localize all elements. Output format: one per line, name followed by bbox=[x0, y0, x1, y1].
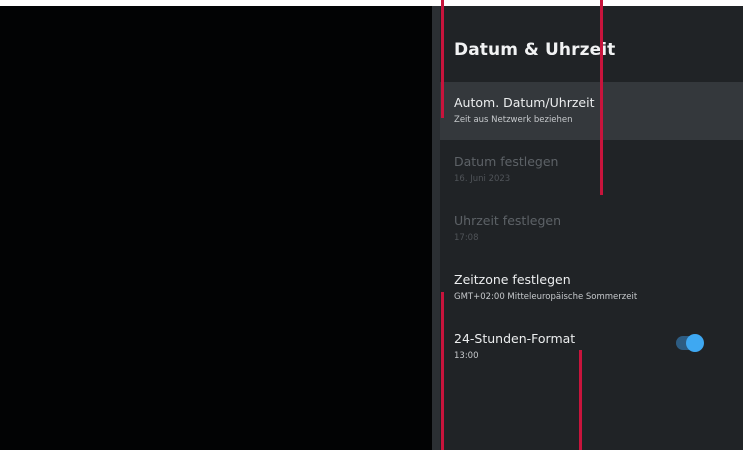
setting-value: 13:00 bbox=[454, 351, 479, 361]
setting-set-time[interactable]: Uhrzeit festlegen 17:08 bbox=[440, 200, 743, 258]
setting-label: 24-Stunden-Format bbox=[454, 331, 576, 346]
setting-time-zone[interactable]: Zeitzone festlegen GMT+02:00 Mitteleurop… bbox=[440, 259, 743, 317]
background-area bbox=[0, 6, 432, 450]
setting-value: GMT+02:00 Mitteleuropäische Sommerzeit bbox=[454, 292, 638, 302]
red-marker-line bbox=[600, 0, 603, 195]
setting-label: Uhrzeit festlegen bbox=[454, 213, 562, 228]
setting-auto-date-time[interactable]: Autom. Datum/Uhrzeit Zeit aus Netzwerk b… bbox=[440, 82, 743, 140]
red-marker-line bbox=[441, 292, 444, 450]
setting-24-hour-format[interactable]: 24-Stunden-Format 13:00 bbox=[440, 318, 743, 376]
red-marker-line bbox=[579, 350, 582, 450]
setting-value: Zeit aus Netzwerk beziehen bbox=[454, 115, 573, 125]
settings-panel: Datum & Uhrzeit Autom. Datum/Uhrzeit Zei… bbox=[440, 6, 743, 450]
panel-divider bbox=[432, 6, 440, 450]
setting-set-date[interactable]: Datum festlegen 16. Juni 2023 bbox=[440, 141, 743, 199]
setting-label: Autom. Datum/Uhrzeit bbox=[454, 95, 595, 110]
setting-label: Zeitzone festlegen bbox=[454, 272, 571, 287]
setting-value: 17:08 bbox=[454, 233, 479, 243]
tv-screen: Datum & Uhrzeit Autom. Datum/Uhrzeit Zei… bbox=[0, 0, 743, 450]
toggle-knob bbox=[686, 334, 704, 352]
setting-label: Datum festlegen bbox=[454, 154, 559, 169]
red-marker-line bbox=[441, 0, 444, 118]
24-hour-toggle[interactable] bbox=[676, 333, 706, 353]
panel-title: Datum & Uhrzeit bbox=[454, 40, 616, 60]
setting-value: 16. Juni 2023 bbox=[454, 174, 511, 184]
